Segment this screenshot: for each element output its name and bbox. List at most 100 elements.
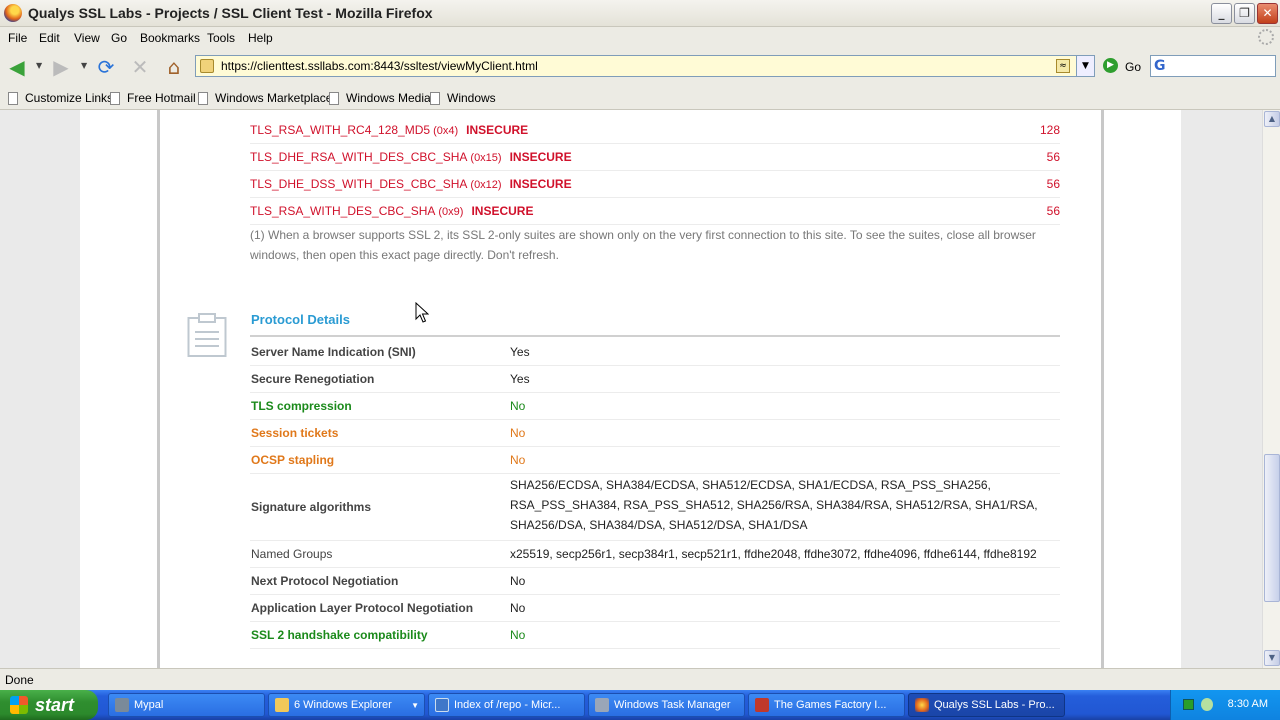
protocol-row-named-groups: Named Groups x25519, secp256r1, secp384r… [250, 541, 1060, 568]
system-tray: 8:30 AM [1170, 690, 1280, 720]
scroll-thumb[interactable] [1264, 454, 1280, 602]
bookmarks-bar: Customize Links Free Hotmail Windows Mar… [0, 85, 1280, 110]
taskbar-item-task-manager[interactable]: Windows Task Manager [588, 693, 745, 717]
suite-insecure-badge: INSECURE [509, 150, 572, 164]
ie-icon [435, 698, 449, 712]
row-value: No [510, 601, 526, 615]
start-button[interactable]: start [0, 690, 98, 720]
throbber-icon [1258, 29, 1274, 45]
row-value: No [510, 426, 526, 440]
page-icon [329, 91, 339, 105]
bookmark-label: Windows [447, 91, 496, 105]
menu-bar: File Edit View Go Bookmarks Tools Help [0, 27, 1280, 49]
task-label: Qualys SSL Labs - Pro... [934, 699, 1055, 711]
menu-view[interactable]: View [74, 31, 100, 45]
suite-insecure-badge: INSECURE [471, 204, 534, 218]
suite-bits: 56 [1046, 177, 1060, 191]
feed-icon[interactable]: ≈ [1056, 59, 1070, 73]
minimize-button[interactable]: _ [1211, 3, 1232, 24]
clock[interactable]: 8:30 AM [1228, 698, 1268, 710]
scroll-up-icon[interactable]: ▲ [1264, 111, 1280, 127]
suite-code: (0x12) [470, 179, 502, 191]
page-content: TLS_RSA_WITH_RC4_128_MD5 (0x4) INSECURE 12… [0, 110, 1262, 668]
bookmark-label: Windows Media [346, 91, 431, 105]
url-text[interactable]: https://clienttest.ssllabs.com:8443/sslt… [221, 59, 538, 73]
cipher-suite-row: TLS_RSA_WITH_DES_CBC_SHA (0x9) INSECURE 56 [250, 198, 1060, 225]
row-label: Session tickets [251, 426, 339, 440]
forward-icon[interactable]: ▶ [48, 54, 74, 80]
task-manager-icon [595, 698, 609, 712]
tray-network-icon[interactable] [1183, 699, 1194, 710]
scroll-down-icon[interactable]: ▼ [1264, 650, 1280, 666]
go-icon[interactable]: ▶ [1103, 58, 1118, 73]
taskbar-item-qualys-ssl-labs[interactable]: Qualys SSL Labs - Pro... [908, 693, 1065, 717]
suite-name: TLS_DHE_RSA_WITH_DES_CBC_SHA [250, 150, 468, 164]
suite-bits: 128 [1039, 123, 1060, 137]
bookmark-windows[interactable]: Windows [430, 91, 496, 105]
google-icon[interactable]: G [1154, 58, 1166, 74]
search-input[interactable]: G [1150, 55, 1276, 77]
taskbar-item-mypal[interactable]: Mypal [108, 693, 265, 717]
taskbar-item-games-factory[interactable]: The Games Factory I... [748, 693, 905, 717]
taskbar: start Mypal 6 Windows Explorer ▼ Index of… [0, 690, 1280, 720]
forward-dropdown-icon[interactable]: ▼ [81, 61, 87, 70]
bookmark-label: Free Hotmail [127, 91, 196, 105]
home-icon[interactable]: ⌂ [161, 54, 187, 80]
bookmark-windows-media[interactable]: Windows Media [329, 91, 431, 105]
protocol-row-alpn: Application Layer Protocol Negotiation N… [250, 595, 1060, 622]
task-label: Mypal [134, 699, 164, 711]
firefox-icon [915, 698, 929, 712]
row-label: TLS compression [251, 399, 352, 413]
page-icon [430, 91, 440, 105]
row-value: No [510, 399, 526, 413]
games-factory-icon [755, 698, 769, 712]
menu-file[interactable]: File [8, 31, 27, 45]
row-value: Yes [510, 372, 530, 386]
go-button[interactable]: Go [1125, 60, 1141, 74]
navigation-toolbar: ◀ ▼ ▶ ▼ ⟳ ✕ ⌂ https://clienttest.ssllabs… [0, 49, 1280, 85]
back-dropdown-icon[interactable]: ▼ [36, 61, 42, 70]
status-bar: Done [0, 668, 1280, 690]
back-icon[interactable]: ◀ [4, 54, 30, 80]
firefox-icon [4, 4, 22, 22]
menu-tools[interactable]: Tools [207, 31, 235, 45]
suite-bits: 56 [1046, 150, 1060, 164]
protocol-row-signature-algorithms: Signature algorithms SHA256/ECDSA, SHA38… [250, 474, 1060, 541]
cipher-suite-row: TLS_RSA_WITH_RC4_128_MD5 (0x4) INSECURE 12… [250, 117, 1060, 144]
task-label: Index of /repo - Micr... [454, 699, 561, 711]
mypal-icon [115, 698, 129, 712]
suite-bits: 56 [1046, 204, 1060, 218]
vertical-scrollbar[interactable]: ▲ ▼ [1262, 110, 1280, 668]
row-label: Secure Renegotiation [251, 372, 375, 386]
row-label: Application Layer Protocol Negotiation [251, 601, 474, 615]
bookmark-label: Customize Links [25, 91, 114, 105]
menu-bookmarks[interactable]: Bookmarks [140, 31, 200, 45]
suite-name: TLS_RSA_WITH_RC4_128_MD5 [250, 123, 431, 137]
protocol-row-tls-compression: TLS compression No [250, 393, 1060, 420]
stop-icon[interactable]: ✕ [127, 54, 153, 80]
bookmark-free-hotmail[interactable]: Free Hotmail [110, 91, 196, 105]
reload-icon[interactable]: ⟳ [93, 54, 119, 80]
taskbar-item-windows-explorer[interactable]: 6 Windows Explorer ▼ [268, 693, 425, 717]
suite-name: TLS_DHE_DSS_WITH_DES_CBC_SHA [250, 177, 468, 191]
suite-insecure-badge: INSECURE [509, 177, 572, 191]
address-bar[interactable]: https://clienttest.ssllabs.com:8443/sslt… [195, 55, 1095, 77]
protocol-row-ocsp-stapling: OCSP stapling No [250, 447, 1060, 474]
bookmark-windows-marketplace[interactable]: Windows Marketplace [198, 91, 332, 105]
taskbar-item-index-repo[interactable]: Index of /repo - Micr... [428, 693, 585, 717]
row-value: No [510, 453, 526, 467]
url-dropdown-icon[interactable]: ▼ [1076, 56, 1094, 76]
tray-app-icon[interactable] [1201, 698, 1213, 711]
menu-help[interactable]: Help [248, 31, 273, 45]
folder-icon [275, 698, 289, 712]
close-button[interactable]: ✕ [1257, 3, 1278, 24]
menu-edit[interactable]: Edit [39, 31, 60, 45]
task-label: Windows Task Manager [614, 699, 731, 711]
windows-logo-icon [10, 696, 28, 714]
group-dropdown-icon[interactable]: ▼ [411, 701, 419, 710]
protocol-row-npn: Next Protocol Negotiation No [250, 568, 1060, 595]
suite-code: (0x4) [433, 125, 459, 137]
menu-go[interactable]: Go [111, 31, 127, 45]
maximize-button[interactable]: ❐ [1234, 3, 1255, 24]
bookmark-customize-links[interactable]: Customize Links [8, 91, 113, 105]
